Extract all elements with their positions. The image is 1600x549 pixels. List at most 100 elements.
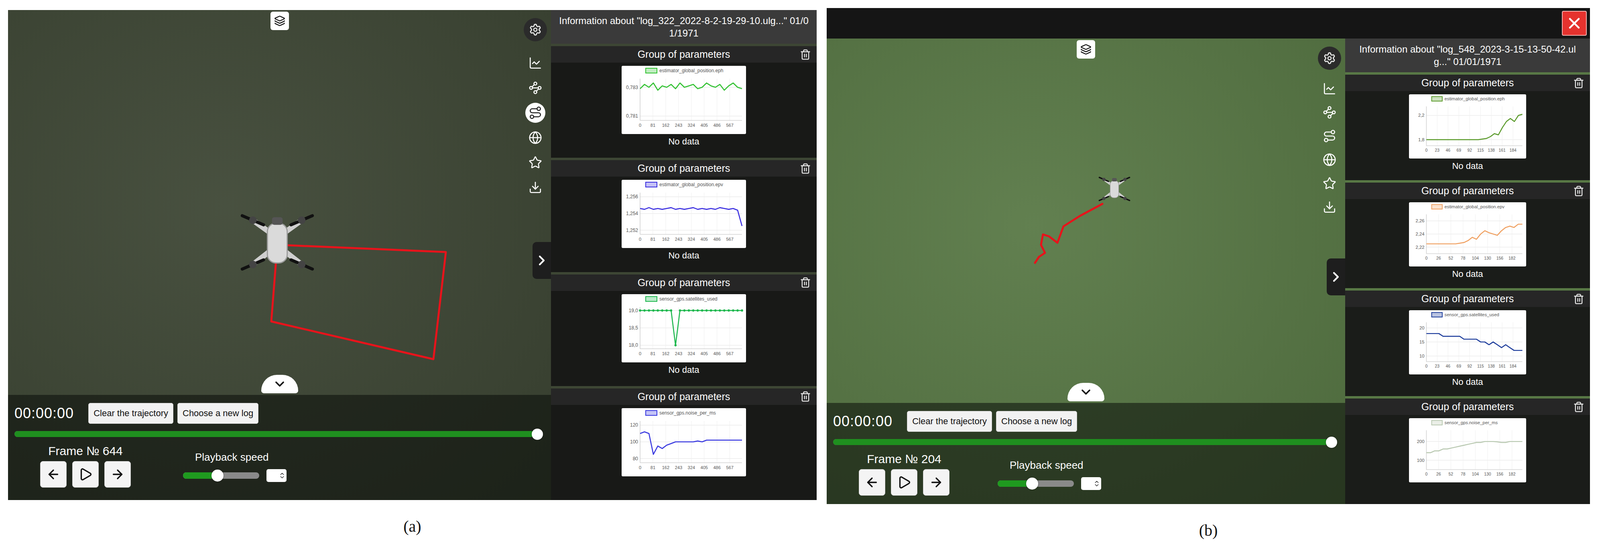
- network-icon: [528, 81, 543, 95]
- chart-legend[interactable]: sensor_gps.satellites_used: [1431, 312, 1500, 318]
- action-button[interactable]: Clear the trajectory: [88, 402, 174, 424]
- chevron-right-icon: [1327, 268, 1344, 285]
- series-point: [670, 309, 673, 312]
- chart-legend[interactable]: sensor_gps.noise_per_ms: [1431, 420, 1499, 425]
- toolbar-button[interactable]: [525, 52, 546, 74]
- previous-frame-button[interactable]: [40, 461, 67, 488]
- toolbar-button[interactable]: [1319, 197, 1340, 218]
- parameter-chart: sensor_gps.satellites_used20151002346699…: [1408, 310, 1527, 375]
- play-button[interactable]: [72, 461, 99, 488]
- download-icon: [1322, 200, 1337, 214]
- y-axis-ticks: 12010080: [630, 422, 639, 462]
- toolbar-button[interactable]: [1319, 78, 1340, 99]
- svg-text:0,781: 0,781: [626, 113, 639, 119]
- card-header: Group of parameters: [550, 274, 817, 291]
- settings-button[interactable]: [1317, 46, 1342, 70]
- sidebar-toggle[interactable]: [1326, 258, 1346, 296]
- toolbar-button[interactable]: [1319, 126, 1340, 147]
- progress-bar[interactable]: [14, 431, 538, 438]
- chart-icon: [528, 56, 543, 70]
- action-button[interactable]: Choose a new log: [996, 410, 1078, 432]
- info-header: Information about "log_322_2022-8-2-19-2…: [550, 10, 817, 44]
- svg-text:2,26: 2,26: [1415, 218, 1425, 224]
- download-icon: [528, 180, 543, 195]
- speed-spinner[interactable]: [266, 469, 287, 482]
- trash-icon: [799, 162, 812, 175]
- speed-spinner[interactable]: [1081, 477, 1102, 490]
- progress-knob[interactable]: [1325, 436, 1338, 448]
- svg-text:0: 0: [1425, 148, 1428, 153]
- toolbar-button[interactable]: [525, 177, 546, 198]
- player-top-row: 00:00:00Clear the trajectoryChoose a new…: [14, 402, 538, 424]
- play-button[interactable]: [890, 469, 918, 496]
- settings-button[interactable]: [523, 18, 547, 42]
- series-line: [640, 207, 743, 227]
- log-viewer: 00:00:00Clear the trajectoryChoose a new…: [826, 8, 1590, 505]
- svg-text:130: 130: [1484, 471, 1492, 477]
- card-title: Group of parameters: [571, 162, 796, 175]
- no-data-label: No data: [668, 136, 700, 147]
- delete-button[interactable]: [799, 48, 812, 61]
- delete-button[interactable]: [1573, 401, 1585, 413]
- progress-bar[interactable]: [833, 439, 1332, 446]
- toolbar-button[interactable]: [525, 77, 546, 98]
- svg-text:2,22: 2,22: [1415, 244, 1425, 250]
- layers-button[interactable]: [270, 11, 289, 31]
- delete-button[interactable]: [1573, 293, 1585, 305]
- svg-text:46: 46: [1445, 363, 1451, 369]
- svg-text:18,5: 18,5: [628, 325, 639, 331]
- toolbar-button[interactable]: [1319, 173, 1340, 194]
- layers-button[interactable]: [1076, 40, 1096, 59]
- toolbar-button[interactable]: [525, 102, 546, 123]
- speed-knob[interactable]: [1026, 477, 1039, 490]
- speed-slider[interactable]: [182, 472, 260, 479]
- chart-grid: [1426, 214, 1523, 254]
- close-button[interactable]: [1561, 10, 1587, 36]
- chart-legend[interactable]: estimator_global_position.epv: [1431, 204, 1505, 210]
- controls-toggle[interactable]: [1067, 382, 1105, 402]
- no-data-label: No data: [668, 250, 700, 261]
- card-title: Group of parameters: [1366, 292, 1570, 305]
- speed-knob[interactable]: [211, 469, 224, 482]
- toolbar-button[interactable]: [525, 127, 546, 148]
- chart-legend[interactable]: estimator_global_position.eph: [1431, 96, 1505, 102]
- network-icon: [1322, 105, 1337, 120]
- action-button[interactable]: Choose a new log: [177, 402, 259, 424]
- chart-legend[interactable]: estimator_global_position.epv: [645, 181, 724, 188]
- chart-legend[interactable]: sensor_gps.noise_per_ms: [645, 410, 716, 416]
- toolbar-button[interactable]: [1319, 102, 1340, 123]
- series-line: [1426, 333, 1523, 351]
- svg-text:104: 104: [1471, 256, 1480, 261]
- progress-knob[interactable]: [531, 428, 543, 440]
- svg-text:0: 0: [638, 236, 642, 242]
- svg-text:1,8: 1,8: [1418, 137, 1425, 143]
- frame-label: Frame № 204: [866, 452, 942, 466]
- series-point: [727, 309, 730, 312]
- controls-toggle[interactable]: [261, 374, 299, 394]
- series-point: [723, 309, 726, 312]
- satellite-map[interactable]: 00:00:00Clear the trajectoryChoose a new…: [8, 10, 551, 501]
- sidebar-toggle[interactable]: [532, 241, 551, 279]
- no-data-label: No data: [1451, 160, 1483, 172]
- play-icon: [78, 467, 93, 482]
- delete-button[interactable]: [1573, 77, 1585, 89]
- speed-slider[interactable]: [997, 480, 1074, 487]
- next-frame-button[interactable]: [922, 469, 950, 496]
- chart-legend[interactable]: sensor_gps.satellites_used: [645, 296, 718, 302]
- svg-text:estimator_global_position.epv: estimator_global_position.epv: [659, 181, 724, 188]
- svg-text:81: 81: [650, 122, 656, 128]
- delete-button[interactable]: [799, 162, 812, 175]
- previous-frame-button[interactable]: [858, 469, 886, 496]
- next-frame-button[interactable]: [104, 461, 131, 488]
- toolbar-button[interactable]: [525, 152, 546, 173]
- x-axis-ticks: 081162243324405486567: [638, 236, 734, 242]
- action-button[interactable]: Clear the trajectory: [906, 410, 993, 432]
- chart-grid: [640, 192, 743, 235]
- series-point: [679, 309, 682, 312]
- chart-legend[interactable]: estimator_global_position.eph: [645, 67, 724, 74]
- delete-button[interactable]: [799, 390, 812, 403]
- delete-button[interactable]: [1573, 185, 1585, 197]
- delete-button[interactable]: [799, 276, 812, 289]
- satellite-map[interactable]: 00:00:00Clear the trajectoryChoose a new…: [826, 38, 1346, 505]
- toolbar-button[interactable]: [1319, 149, 1340, 170]
